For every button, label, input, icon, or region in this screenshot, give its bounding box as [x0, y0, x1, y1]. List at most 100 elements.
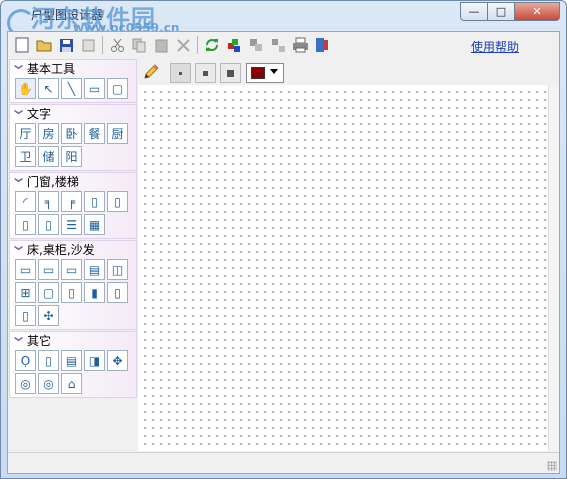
door-arc-button[interactable]: ◜: [15, 191, 36, 212]
tool-group-label: 文字: [27, 107, 52, 121]
window-d-button[interactable]: ▯: [38, 214, 59, 235]
new-icon[interactable]: [12, 35, 32, 55]
text-fang-button[interactable]: 房: [38, 123, 59, 144]
sink-button[interactable]: ◨: [84, 350, 105, 371]
toilet-icon: Ọ: [20, 353, 31, 368]
bed-c-button[interactable]: ▭: [61, 259, 82, 280]
printer-icon[interactable]: [290, 35, 310, 55]
rounded-rect-tool-icon: ▢: [111, 81, 124, 96]
hand-tool-button[interactable]: ✋: [15, 78, 36, 99]
plant-button[interactable]: ✥: [107, 350, 128, 371]
cabinet-button[interactable]: ▮: [84, 282, 105, 303]
title-bar[interactable]: 户型图设计器 河东软件园 www.pc0359.cn — □ ✕: [1, 1, 566, 37]
group-icon[interactable]: [246, 35, 266, 55]
tool-group-label: 基本工具: [27, 62, 76, 76]
tool-group-header[interactable]: ❯ 门窗,楼梯: [10, 173, 136, 190]
text-chu-icon: 厨: [111, 127, 124, 141]
door-double-button[interactable]: ╒: [61, 191, 82, 212]
bed-b-button[interactable]: ▭: [38, 259, 59, 280]
cabinet-icon: ▮: [91, 285, 98, 300]
open-icon[interactable]: [34, 35, 54, 55]
bed-b-icon: ▭: [42, 262, 55, 277]
toilet-button[interactable]: Ọ: [15, 350, 36, 371]
status-bar: [8, 452, 559, 473]
tool-group-header[interactable]: ❯ 其它: [10, 332, 136, 349]
tool-group-header[interactable]: ❯ 文字: [10, 105, 136, 122]
rect-tool-button[interactable]: ▭: [84, 78, 105, 99]
vertical-scrollbar[interactable]: [548, 85, 559, 451]
stove-button[interactable]: ▤: [61, 350, 82, 371]
tool-group-label: 门窗,楼梯: [27, 175, 79, 189]
chevron-down-icon: ❯: [14, 63, 24, 71]
refresh-icon[interactable]: [202, 35, 222, 55]
text-wo-icon: 卧: [65, 127, 78, 141]
save-icon[interactable]: [56, 35, 76, 55]
pencil-icon[interactable]: [142, 63, 160, 81]
toolbar-separator: [102, 36, 103, 54]
help-link[interactable]: 使用帮助: [471, 38, 519, 55]
delete-icon[interactable]: [173, 35, 193, 55]
ungroup-icon[interactable]: [268, 35, 288, 55]
bed-a-button[interactable]: ▭: [15, 259, 36, 280]
text-chu-button[interactable]: 厨: [107, 123, 128, 144]
color-picker[interactable]: [246, 63, 284, 83]
text-wei-button[interactable]: 卫: [15, 146, 36, 167]
text-wo-button[interactable]: 卧: [61, 123, 82, 144]
pen-size-small-button[interactable]: [170, 63, 191, 83]
washer-button[interactable]: ◎: [15, 373, 36, 394]
maximize-button[interactable]: □: [488, 2, 515, 21]
text-ting-button[interactable]: 厅: [15, 123, 36, 144]
minimize-button[interactable]: —: [460, 2, 488, 21]
pen-size-medium-button[interactable]: [195, 63, 216, 83]
toolbox-panel: ❯ 基本工具 ✋ ↖ ╲ ▭ ▢ ❯ 文字厅房卧餐厨卫储阳 ❯ 门窗,楼梯 ◜ ╕ ╒ ▯ ▯ ▯ ▯ ☰ ▦ ❯ 床,桌…: [9, 59, 137, 451]
door-single-button[interactable]: ╕: [38, 191, 59, 212]
pen-size-large-button[interactable]: [220, 63, 241, 83]
bed-d-button[interactable]: ▤: [84, 259, 105, 280]
text-chu2-button[interactable]: 储: [38, 146, 59, 167]
close-button[interactable]: ✕: [515, 2, 560, 21]
text-can-button[interactable]: 餐: [84, 123, 105, 144]
shelf-button[interactable]: ▯: [107, 282, 128, 303]
pointer-tool-button[interactable]: ↖: [38, 78, 59, 99]
line-tool-button[interactable]: ╲: [61, 78, 82, 99]
resize-grip-icon[interactable]: [547, 461, 557, 471]
window-b-button[interactable]: ▯: [107, 191, 128, 212]
print-preview-icon[interactable]: [78, 35, 98, 55]
dot-grid-canvas[interactable]: [138, 85, 548, 451]
dining-set-button[interactable]: ⊞: [15, 282, 36, 303]
line-tool-icon: ╲: [67, 81, 76, 96]
sink-icon: ◨: [88, 353, 101, 368]
window-a-button[interactable]: ▯: [84, 191, 105, 212]
text-yang-icon: 阳: [65, 150, 78, 164]
export-icon[interactable]: [312, 35, 332, 55]
cut-icon[interactable]: [107, 35, 127, 55]
text-can-icon: 餐: [88, 127, 101, 141]
desk-chair-button[interactable]: ▯: [15, 305, 36, 326]
window-c-button[interactable]: ▯: [15, 214, 36, 235]
wardrobe-button[interactable]: ◫: [107, 259, 128, 280]
shelf-icon: ▯: [114, 285, 121, 300]
tool-grid: ▭ ▭ ▭ ▤ ◫ ⊞ ▢ ▯ ▮ ▯ ▯ ✣: [10, 258, 136, 329]
door-single-icon: ╕: [44, 194, 53, 209]
tool-group-header[interactable]: ❯ 基本工具: [10, 60, 136, 77]
text-yang-button[interactable]: 阳: [61, 146, 82, 167]
dining-set-icon: ⊞: [20, 285, 31, 300]
sofa-button[interactable]: ▯: [61, 282, 82, 303]
stairs-turn-button[interactable]: ▦: [84, 214, 105, 235]
pointer-tool-icon: ↖: [43, 81, 54, 96]
tool-group: ❯ 文字厅房卧餐厨卫储阳: [9, 104, 137, 171]
basin-button[interactable]: ◎: [38, 373, 59, 394]
table-button[interactable]: ▢: [38, 282, 59, 303]
house-button[interactable]: ⌂: [61, 373, 82, 394]
bathtub-button[interactable]: ▯: [38, 350, 59, 371]
sofa-icon: ▯: [68, 285, 75, 300]
copy-icon[interactable]: [129, 35, 149, 55]
tool-group-header[interactable]: ❯ 床,桌柜,沙发: [10, 241, 136, 258]
paste-icon[interactable]: [151, 35, 171, 55]
window-a-icon: ▯: [91, 194, 98, 209]
round-table-button[interactable]: ✣: [38, 305, 59, 326]
rounded-rect-tool-button[interactable]: ▢: [107, 78, 128, 99]
layers-icon[interactable]: [224, 35, 244, 55]
text-fang-icon: 房: [42, 127, 55, 141]
stairs-button[interactable]: ☰: [61, 214, 82, 235]
